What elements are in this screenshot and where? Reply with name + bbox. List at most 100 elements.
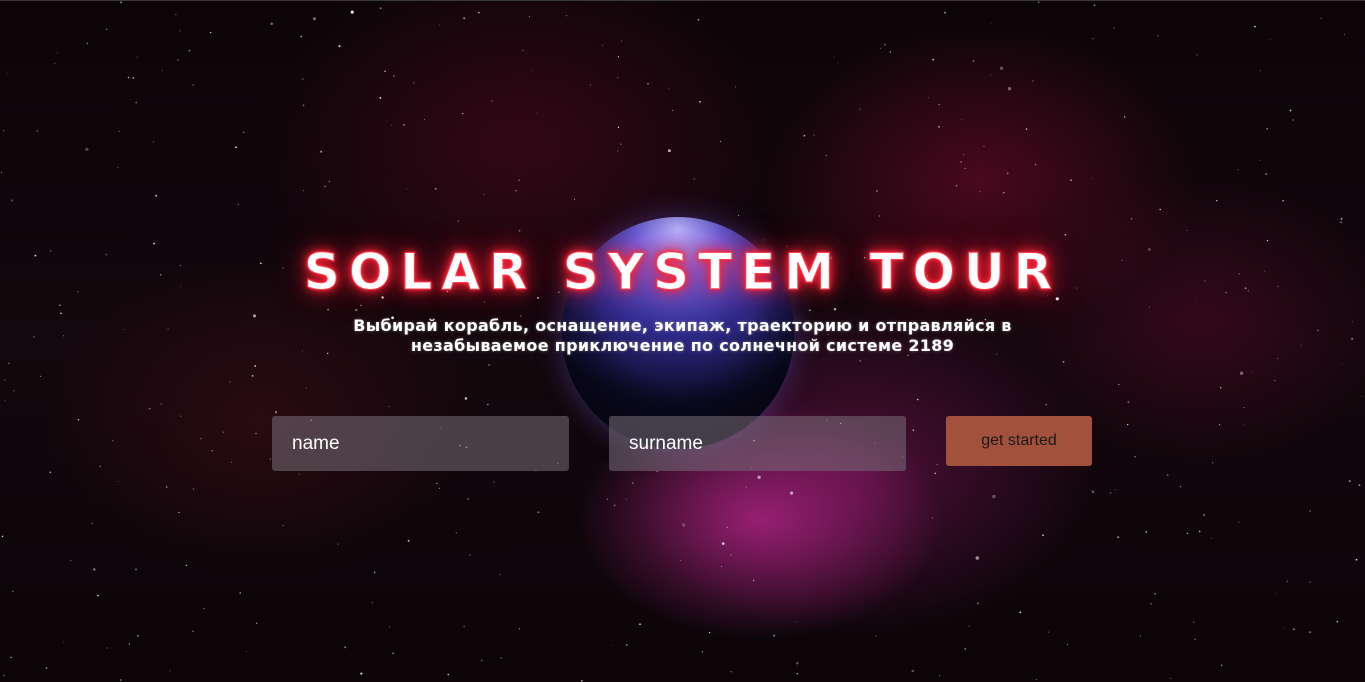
star — [708, 631, 711, 634]
star — [467, 498, 469, 500]
star — [975, 556, 980, 560]
name-input[interactable] — [272, 416, 569, 471]
star — [106, 647, 108, 649]
star — [1035, 679, 1037, 681]
star — [483, 193, 485, 195]
star — [106, 28, 108, 30]
star — [324, 185, 326, 187]
star — [62, 335, 64, 337]
star — [530, 69, 532, 71]
star — [493, 481, 495, 483]
star — [1352, 321, 1353, 323]
star — [135, 101, 137, 104]
star — [1276, 358, 1278, 360]
star — [63, 641, 65, 643]
star — [480, 659, 483, 662]
star — [253, 314, 256, 318]
star — [1210, 537, 1212, 539]
star — [371, 602, 374, 604]
star — [360, 672, 363, 675]
star — [1186, 532, 1188, 535]
star — [10, 656, 12, 659]
star — [167, 328, 169, 330]
star — [1180, 485, 1182, 488]
star — [303, 190, 305, 192]
star — [254, 365, 257, 367]
star — [4, 400, 6, 402]
star — [745, 486, 747, 488]
star — [59, 304, 61, 306]
star — [211, 450, 213, 452]
star — [617, 76, 619, 78]
star — [413, 82, 415, 84]
star — [626, 644, 628, 646]
star — [1025, 128, 1028, 130]
star — [613, 504, 616, 507]
star — [192, 488, 195, 490]
star — [964, 648, 966, 650]
star — [127, 76, 130, 79]
star — [185, 564, 187, 567]
star — [999, 66, 1004, 70]
star — [463, 625, 465, 628]
star — [589, 84, 592, 86]
star — [328, 180, 330, 183]
star — [1150, 603, 1152, 605]
star — [1166, 474, 1169, 477]
star — [239, 592, 241, 594]
star — [1239, 371, 1244, 375]
get-started-button[interactable]: get started — [946, 416, 1092, 466]
star — [203, 608, 205, 610]
star — [222, 431, 225, 434]
star — [3, 674, 5, 677]
star — [210, 31, 212, 34]
star — [1260, 70, 1261, 72]
star — [1320, 17, 1322, 19]
star — [992, 494, 996, 499]
star — [1243, 424, 1245, 426]
star — [796, 673, 798, 675]
star — [255, 622, 258, 624]
star — [455, 532, 457, 534]
star — [602, 44, 603, 46]
star — [491, 100, 493, 102]
star — [373, 571, 376, 574]
star — [406, 188, 407, 190]
star — [135, 568, 137, 571]
star — [1127, 401, 1130, 403]
star — [620, 143, 622, 145]
star — [393, 75, 395, 77]
star — [1042, 534, 1044, 537]
star — [1037, 1, 1040, 4]
star — [1340, 221, 1342, 224]
star — [672, 109, 673, 111]
star — [4, 379, 6, 381]
star — [647, 82, 649, 85]
star — [1237, 169, 1239, 171]
star — [566, 15, 568, 17]
star — [270, 22, 273, 25]
star — [859, 108, 861, 110]
star — [1149, 306, 1150, 308]
star — [934, 472, 937, 475]
star — [876, 190, 878, 192]
surname-input[interactable] — [609, 416, 906, 471]
star — [1145, 531, 1147, 533]
star — [1114, 489, 1116, 491]
star — [1064, 233, 1067, 236]
star — [912, 429, 915, 431]
star — [93, 568, 96, 571]
star — [313, 17, 316, 21]
star — [809, 309, 811, 312]
star — [320, 151, 322, 153]
star — [1123, 116, 1126, 118]
landing-page: SOLAR SYSTEM TOUR Выбирай корабль, оснащ… — [0, 0, 1365, 682]
star — [1070, 179, 1072, 181]
star — [245, 650, 247, 652]
star — [1091, 490, 1095, 494]
star — [961, 118, 963, 120]
star — [478, 11, 480, 14]
star — [701, 651, 703, 653]
star — [434, 187, 437, 190]
star — [693, 178, 696, 180]
